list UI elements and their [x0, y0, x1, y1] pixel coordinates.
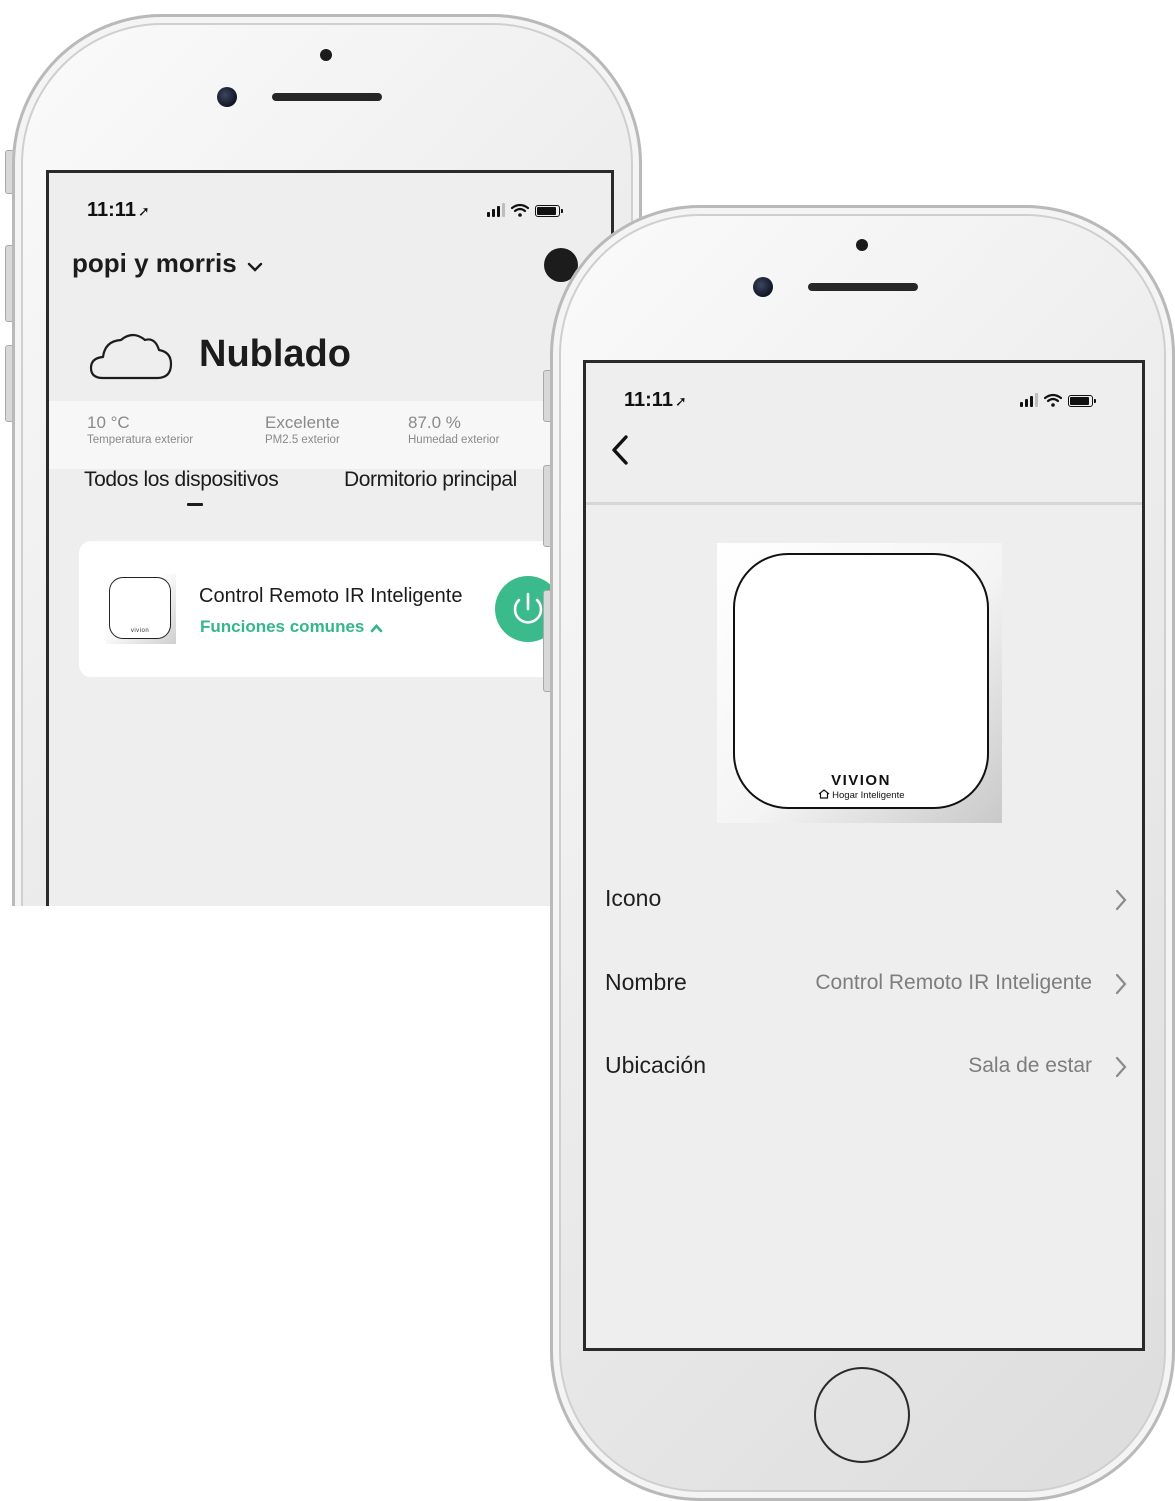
back-arrow-icon[interactable] [608, 433, 632, 467]
home-screen: 11:11 ➚ popi y morris Nublado 10 °C Temp… [46, 170, 614, 906]
signal-icon [487, 203, 505, 217]
stat-pm25: Excelente PM2.5 exterior [265, 413, 340, 446]
device-card[interactable]: vivion Control Remoto IR Inteligente Fun… [79, 541, 611, 677]
front-camera [217, 87, 237, 107]
home-button[interactable] [814, 1367, 910, 1463]
stat-value: 87.0 % [408, 413, 461, 432]
weather-stats: 10 °C Temperatura exterior Excelente PM2… [49, 401, 611, 469]
stat-label: Temperatura exterior [87, 434, 194, 446]
chevron-down-icon[interactable] [247, 261, 263, 273]
battery-icon [535, 205, 563, 217]
device-settings-screen: 11:11 ➚ VIVION Hogar Inteligente Icono N… [583, 360, 1145, 1351]
weather-condition: Nublado [199, 333, 351, 375]
stat-value: Excelente [265, 413, 340, 432]
device-thumbnail-logo: vivion [130, 628, 150, 634]
nav-divider [586, 502, 1142, 505]
row-value: Control Remoto IR Inteligente [815, 971, 1092, 994]
settings-row-icon[interactable]: Icono [586, 870, 1142, 930]
front-sensor [320, 49, 332, 61]
settings-row-name[interactable]: Nombre Control Remoto IR Inteligente [586, 954, 1142, 1014]
stat-label: Humedad exterior [408, 434, 500, 446]
stat-value: 10 °C [87, 413, 130, 432]
battery-icon [1068, 395, 1096, 407]
tab-all-devices[interactable]: Todos los dispositivos [84, 468, 279, 492]
device-name: Control Remoto IR Inteligente [199, 585, 463, 607]
stat-label: PM2.5 exterior [265, 434, 340, 446]
status-icons [1020, 393, 1096, 407]
status-bar: 11:11 ➚ [586, 385, 1142, 415]
chevron-up-icon [370, 623, 383, 632]
cloud-icon [89, 333, 173, 380]
chevron-right-icon [1115, 889, 1127, 911]
front-camera [753, 277, 773, 297]
tab-master-bedroom[interactable]: Dormitorio principal [344, 468, 517, 492]
status-time: 11:11 ➚ [624, 389, 687, 411]
home-logo-icon [818, 789, 829, 799]
stat-humidity: 87.0 % Humedad exterior [408, 413, 499, 446]
chevron-right-icon [1115, 1056, 1127, 1078]
stat-temperature: 10 °C Temperatura exterior [87, 413, 193, 446]
row-label: Icono [605, 885, 662, 911]
earpiece-speaker [272, 93, 382, 101]
row-label: Ubicación [605, 1052, 706, 1078]
status-icons [487, 203, 563, 217]
home-selector[interactable]: popi y morris [72, 248, 237, 279]
device-image: VIVION Hogar Inteligente [717, 543, 1002, 823]
location-arrow-icon: ➚ [674, 393, 687, 409]
settings-row-location[interactable]: Ubicación Sala de estar [586, 1037, 1142, 1097]
row-label: Nombre [605, 969, 687, 995]
front-sensor [856, 239, 868, 251]
brand-logo: VIVION [831, 772, 891, 789]
chevron-right-icon [1115, 973, 1127, 995]
wifi-icon [511, 203, 529, 217]
device-thumbnail: vivion [106, 574, 176, 644]
location-arrow-icon: ➚ [137, 203, 150, 219]
common-functions-toggle[interactable]: Funciones comunes [200, 617, 383, 637]
signal-icon [1020, 393, 1038, 407]
brand-tagline: Hogar Inteligente [735, 789, 987, 801]
device-illustration: VIVION Hogar Inteligente [733, 553, 989, 809]
common-functions-label: Funciones comunes [200, 617, 365, 636]
row-value: Sala de estar [968, 1054, 1092, 1077]
device-thumbnail-body: vivion [109, 577, 171, 639]
wifi-icon [1044, 393, 1062, 407]
earpiece-speaker [808, 283, 918, 291]
status-bar: 11:11 ➚ [49, 195, 611, 225]
status-time: 11:11 ➚ [87, 199, 150, 221]
home-name: popi y morris [72, 248, 237, 278]
active-tab-indicator [187, 503, 203, 506]
